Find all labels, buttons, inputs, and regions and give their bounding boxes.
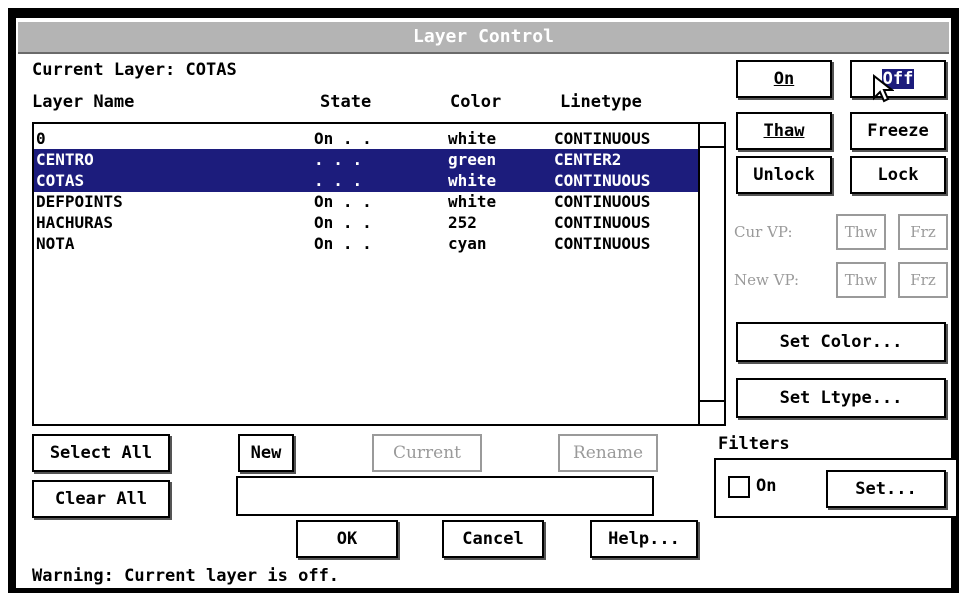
layer-name-cell: DEFPOINTS	[36, 192, 123, 211]
new-vp-freeze-label: Frz	[910, 271, 936, 289]
layer-linetype-cell: CONTINUOUS	[554, 213, 651, 232]
layer-linetype-cell: CONTINUOUS	[554, 129, 651, 148]
layer-name-input[interactable]	[236, 476, 654, 516]
layer-state-cell: . . .	[314, 171, 363, 190]
new-vp-label: New VP:	[734, 271, 800, 289]
filters-set-label: Set...	[855, 479, 917, 499]
layer-list[interactable]: 0 On . . white CONTINUOUS CENTRO. . . green CE…	[32, 122, 702, 426]
filters-on-label: On	[756, 476, 777, 496]
help-button-label: Help...	[608, 529, 680, 549]
freeze-button[interactable]: Freeze	[850, 112, 946, 150]
new-button[interactable]: New	[238, 434, 294, 472]
cur-vp-label: Cur VP:	[734, 223, 793, 241]
clear-all-label: Clear All	[54, 489, 148, 509]
layer-name-cell: NOTA	[36, 234, 75, 253]
help-button[interactable]: Help...	[590, 520, 698, 558]
cur-vp-freeze-button[interactable]: Frz	[898, 214, 948, 250]
layer-color-cell: 252	[448, 213, 477, 232]
off-button[interactable]: Off	[850, 60, 946, 98]
new-vp-thaw-button[interactable]: Thw	[836, 262, 886, 298]
layer-row[interactable]: DEFPOINTS On . . white CONTINUOUS	[34, 191, 700, 213]
filters-on-checkbox[interactable]	[728, 476, 750, 498]
layer-state-cell: On . .	[314, 213, 372, 232]
current-button-label: Current	[392, 443, 462, 463]
cur-vp-thaw-label: Thw	[844, 223, 878, 241]
layer-color-cell: cyan	[448, 234, 487, 253]
thaw-button-label: Thaw	[763, 121, 805, 141]
current-button[interactable]: Current	[372, 434, 482, 472]
set-color-label: Set Color...	[779, 332, 903, 352]
scroll-up-arrow[interactable]	[700, 124, 724, 148]
layer-name-cell: COTAS	[36, 171, 85, 190]
on-button-label: On	[773, 69, 795, 89]
rename-button[interactable]: Rename	[558, 434, 658, 472]
cur-vp-thaw-button[interactable]: Thw	[836, 214, 886, 250]
unlock-button[interactable]: Unlock	[736, 156, 832, 194]
mouse-pointer-icon	[873, 74, 894, 103]
warning-message: Warning: Current layer is off.	[32, 566, 340, 586]
set-ltype-button[interactable]: Set Ltype...	[736, 378, 946, 418]
layer-row[interactable]: HACHURAS On . . 252 CONTINUOUS	[34, 212, 700, 234]
layer-name-cell: HACHURAS	[36, 213, 114, 232]
clear-all-button[interactable]: Clear All	[32, 480, 170, 518]
unlock-button-label: Unlock	[753, 165, 815, 185]
layer-name-cell: CENTRO	[36, 150, 94, 169]
select-all-label: Select All	[49, 443, 153, 463]
ok-button-label: OK	[336, 529, 358, 549]
layer-color-cell: white	[448, 129, 497, 148]
select-all-button[interactable]: Select All	[32, 434, 170, 472]
layer-color-cell: green	[448, 150, 497, 169]
layer-row[interactable]: CENTRO . . . green CENTER2	[34, 149, 700, 171]
layer-state-cell: On . .	[314, 192, 372, 211]
set-color-button[interactable]: Set Color...	[736, 322, 946, 362]
column-header-state: State	[320, 92, 372, 112]
column-header-linetype: Linetype	[560, 92, 642, 112]
layer-linetype-cell: CONTINUOUS	[554, 234, 651, 253]
new-vp-thaw-label: Thw	[844, 271, 878, 289]
filters-label: Filters	[718, 434, 790, 454]
layer-linetype-cell: CENTER2	[554, 150, 622, 169]
new-vp-freeze-button[interactable]: Frz	[898, 262, 948, 298]
layer-list-scrollbar[interactable]	[698, 122, 726, 426]
layer-linetype-cell: CONTINUOUS	[554, 171, 651, 190]
set-ltype-label: Set Ltype...	[779, 388, 903, 408]
thaw-button[interactable]: Thaw	[736, 112, 832, 150]
ok-button[interactable]: OK	[296, 520, 398, 558]
dialog-title: Layer Control	[18, 22, 949, 54]
layer-state-cell: On . .	[314, 129, 372, 148]
lock-button[interactable]: Lock	[850, 156, 946, 194]
on-button[interactable]: On	[736, 60, 832, 98]
lock-button-label: Lock	[877, 165, 919, 185]
column-header-name: Layer Name	[32, 92, 135, 112]
column-header-color: Color	[450, 92, 502, 112]
cancel-button[interactable]: Cancel	[442, 520, 544, 558]
layer-state-cell: . . .	[314, 150, 363, 169]
layer-name-cell: 0	[36, 129, 46, 148]
layer-color-cell: white	[448, 192, 497, 211]
layer-row[interactable]: NOTA On . . cyan CONTINUOUS	[34, 233, 700, 255]
cur-vp-freeze-label: Frz	[910, 223, 936, 241]
layer-state-cell: On . .	[314, 234, 372, 253]
layer-row[interactable]: 0 On . . white CONTINUOUS	[34, 128, 700, 150]
new-button-label: New	[250, 443, 282, 463]
layer-row[interactable]: COTAS . . . white CONTINUOUS	[34, 170, 700, 192]
filters-set-button[interactable]: Set...	[826, 470, 946, 508]
layer-linetype-cell: CONTINUOUS	[554, 192, 651, 211]
layer-name-input-value	[238, 478, 652, 494]
rename-button-label: Rename	[572, 443, 644, 463]
cancel-button-label: Cancel	[462, 529, 524, 549]
layer-color-cell: white	[448, 171, 497, 190]
scroll-down-arrow[interactable]	[700, 400, 724, 424]
freeze-button-label: Freeze	[867, 121, 929, 141]
current-layer-label: Current Layer: COTAS	[32, 60, 237, 80]
